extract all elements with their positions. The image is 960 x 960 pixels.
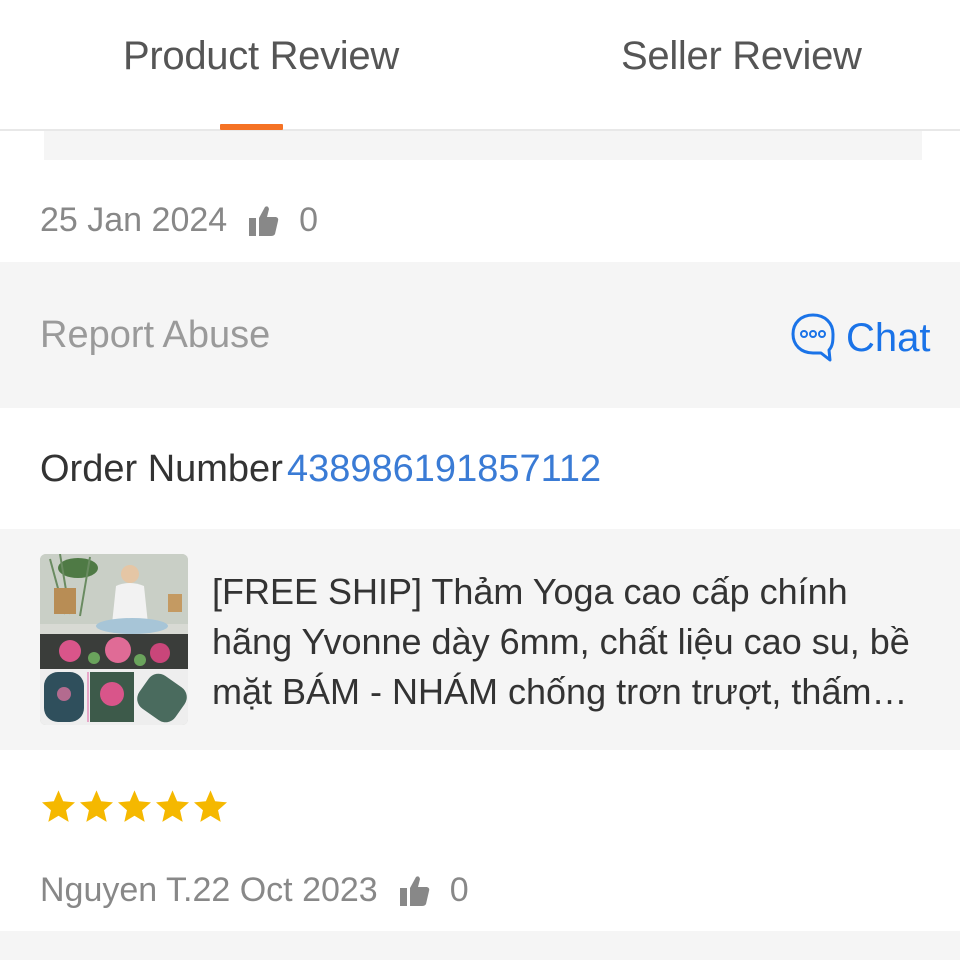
star-icon [42,790,75,822]
star-icon [118,790,151,822]
star-icon [80,790,113,822]
star-rating [40,788,230,825]
thumbs-up-icon[interactable] [249,205,279,237]
review-date: 25 Jan 2024 [40,201,228,239]
chat-bubble-icon [791,313,835,362]
review-author-date: Nguyen T.22 Oct 2023 [40,871,378,909]
next-review-top [0,931,960,960]
product-title[interactable]: [FREE SHIP] Thảm Yoga cao cấp chính hãng… [212,567,924,717]
order-number-link[interactable]: 438986191857112 [287,448,601,491]
review-meta: Nguyen T.22 Oct 2023 0 [40,871,469,910]
like-count: 0 [299,201,319,239]
chat-label: Chat [846,315,931,360]
tab-product-review[interactable]: Product Review [123,34,399,79]
active-tab-indicator [220,124,283,130]
tab-seller-review[interactable]: Seller Review [621,34,862,79]
star-icon [156,790,189,822]
like-count: 0 [449,871,469,909]
yoga-mat-product-photo [40,554,188,725]
star-icon [194,790,227,822]
order-number-label: Order Number [40,448,283,490]
previous-review-bottom [44,131,922,160]
thumbs-up-icon[interactable] [399,875,430,907]
review-meta: 25 Jan 2024 0 [40,201,318,240]
product-image[interactable] [40,554,188,725]
report-abuse-link[interactable]: Report Abuse [40,314,270,357]
review-tabs: Product Review Seller Review [0,0,960,131]
chat-button[interactable]: Chat [790,311,931,365]
